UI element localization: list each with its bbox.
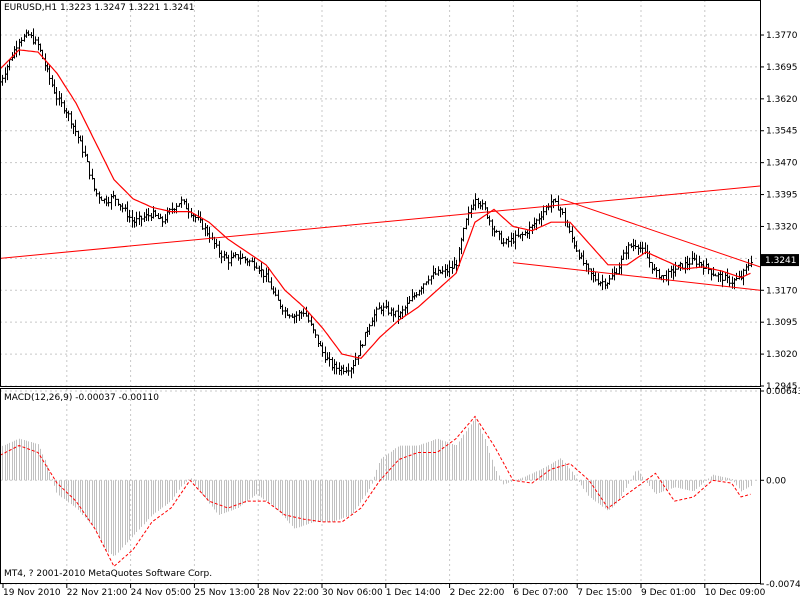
price-tick-label: 1.3695 xyxy=(766,63,798,73)
price-badge-label: 1.3241 xyxy=(765,256,797,266)
price-tick-label: 1.3170 xyxy=(766,286,798,296)
macd-signal-line xyxy=(0,415,751,568)
price-tick-label: 1.3770 xyxy=(766,31,798,41)
macd-tick-label: 0.00 xyxy=(766,476,786,486)
time-tick-label: 1 Dec 14:00 xyxy=(386,588,441,598)
time-tick-label: 30 Nov 06:00 xyxy=(322,588,383,598)
current-price-badge: 1.3241 xyxy=(761,254,799,266)
price-tick-label: 1.3620 xyxy=(766,95,798,105)
time-tick-label: 24 Nov 05:00 xyxy=(131,588,192,598)
time-axis-labels: 19 Nov 2010 22 Nov 21:00 24 Nov 05:00 25 No… xyxy=(3,588,766,598)
copyright-footer: MT4, ? 2001-2010 MetaQuotes Software Cor… xyxy=(4,569,213,579)
chart-canvas[interactable]: 1.3770 1.3695 1.3620 1.3545 1.3470 1.3395 1.33… xyxy=(0,0,800,600)
price-axis-labels: 1.3770 1.3695 1.3620 1.3545 1.3470 1.3395 1.33… xyxy=(766,31,798,392)
time-tick-label: 19 Nov 2010 xyxy=(3,588,61,598)
macd-tick-label: 0.00643 xyxy=(766,387,800,397)
price-tick-label: 1.3470 xyxy=(766,159,798,169)
macd-info: MACD(12,26,9) -0.00037 -0.00110 xyxy=(4,393,160,403)
macd-tick-label: -0.00747 xyxy=(766,580,800,590)
price-tick-label: 1.3395 xyxy=(766,191,798,201)
macd-axis-labels: 0.00643 0.00 -0.00747 xyxy=(766,387,800,590)
time-tick-label: 22 Nov 21:00 xyxy=(67,588,128,598)
time-tick-label: 6 Dec 07:00 xyxy=(513,588,568,598)
price-tick-label: 1.3320 xyxy=(766,222,798,232)
symbol-info: EURUSD,H1 1.3223 1.3247 1.3221 1.3241 xyxy=(4,3,195,13)
time-tick-label: 10 Dec 09:00 xyxy=(705,588,766,598)
price-tick-label: 1.3020 xyxy=(766,350,798,360)
ma-line xyxy=(0,49,751,359)
time-tick-label: 2 Dec 22:00 xyxy=(450,588,505,598)
signal-line xyxy=(0,415,751,568)
time-tick-label: 28 Nov 22:00 xyxy=(258,588,319,598)
macd-histogram xyxy=(0,418,752,556)
chart-window[interactable]: 1.3770 1.3695 1.3620 1.3545 1.3470 1.3395 1.33… xyxy=(0,0,800,600)
price-bars xyxy=(0,28,753,379)
moving-average xyxy=(0,49,751,359)
price-tick-label: 1.3095 xyxy=(766,318,798,328)
time-tick-label: 9 Dec 01:00 xyxy=(641,588,696,598)
trendline[interactable] xyxy=(560,198,761,268)
price-tick-label: 1.3545 xyxy=(766,127,798,137)
time-tick-label: 25 Nov 13:00 xyxy=(194,588,255,598)
time-tick-label: 7 Dec 15:00 xyxy=(577,588,632,598)
trendlines[interactable] xyxy=(0,185,761,291)
